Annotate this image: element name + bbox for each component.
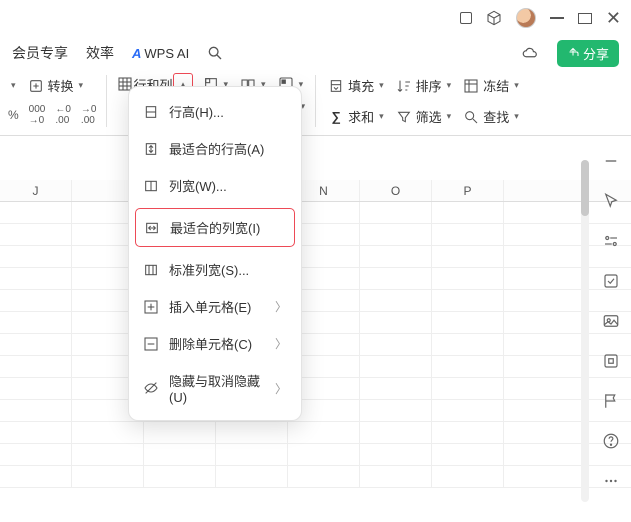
menu-col-width-label: 列宽(W)...: [169, 176, 227, 195]
maximize-button[interactable]: [578, 13, 592, 24]
menu-delete-cells-label: 删除单元格(C): [169, 334, 252, 353]
menu-row-height[interactable]: 行高(H)...: [129, 93, 301, 130]
col-header[interactable]: P: [432, 180, 504, 201]
fill-button[interactable]: 填充▾: [326, 73, 386, 98]
chevron-right-icon: 〉: [275, 380, 287, 397]
freeze-icon: [463, 78, 479, 94]
menu-hide-unhide-label: 隐藏与取消隐藏(U): [169, 371, 265, 405]
sidebar-help-icon[interactable]: [602, 432, 620, 450]
sidebar-refresh-icon[interactable]: [602, 272, 620, 290]
sidebar-image-icon[interactable]: [602, 312, 620, 330]
share-label: 分享: [583, 44, 609, 63]
window-mode-icon[interactable]: [460, 12, 472, 24]
share-button[interactable]: 分享: [557, 40, 619, 67]
convert-icon: [28, 78, 44, 94]
find-button[interactable]: 查找▾: [461, 104, 521, 129]
filter-icon: [396, 109, 412, 125]
hide-icon: [143, 380, 159, 396]
sidebar-flag-icon[interactable]: [602, 392, 620, 410]
dec1-button[interactable]: 000→0: [29, 104, 46, 126]
wps-ai-button[interactable]: A WPS AI: [132, 46, 189, 61]
sidebar-minus-icon[interactable]: [602, 152, 620, 170]
find-label: 查找: [483, 107, 509, 126]
fill-label: 填充: [348, 76, 374, 95]
sort-icon: [396, 78, 412, 94]
sort-label: 排序: [416, 76, 442, 95]
sum-label: 求和: [348, 107, 374, 126]
avatar[interactable]: [516, 8, 536, 28]
row-height-icon: [143, 104, 159, 120]
search-icon[interactable]: [207, 45, 223, 61]
scrollbar-thumb[interactable]: [581, 160, 589, 216]
menu-std-col-width[interactable]: 标准列宽(S)...: [129, 251, 301, 288]
menu-fit-row-height[interactable]: 最适合的行高(A): [129, 130, 301, 167]
sidebar-backup-icon[interactable]: [602, 352, 620, 370]
freeze-button[interactable]: 冻结▾: [461, 73, 521, 98]
menu-insert-cells-label: 插入单元格(E): [169, 297, 251, 316]
find-icon: [463, 109, 479, 125]
convert-label: 转换: [48, 76, 74, 95]
delete-cells-icon: [143, 336, 159, 352]
ai-logo-icon: A: [132, 46, 141, 61]
dropdown-small[interactable]: ▾: [8, 77, 18, 94]
sum-button[interactable]: ∑ 求和▾: [326, 104, 386, 129]
col-header[interactable]: J: [0, 180, 72, 201]
sum-icon: ∑: [328, 109, 344, 125]
rowcol-dropdown: 行高(H)... 最适合的行高(A) 列宽(W)... 最适合的列宽(I) 标准…: [128, 86, 302, 421]
menu-efficiency[interactable]: 效率: [86, 43, 114, 63]
column-header-row: J N O P: [0, 180, 631, 202]
percent-button[interactable]: %: [8, 108, 19, 122]
minimize-button[interactable]: [550, 17, 564, 19]
ribbon: ▾ 转换▾ % 000→0 ←0.00 →0.00 行和列 ▴ ▾ ▾: [0, 70, 631, 136]
sidebar-more-icon[interactable]: [602, 472, 620, 490]
chevron-right-icon: 〉: [275, 335, 287, 352]
vertical-scrollbar[interactable]: [581, 160, 589, 502]
insert-cells-icon: [143, 299, 159, 315]
convert-button[interactable]: 转换▾: [26, 73, 86, 98]
titlebar: ✕: [0, 0, 631, 36]
sidebar-cursor-icon[interactable]: [602, 192, 620, 210]
sheet-area: J N O P: [0, 136, 631, 488]
chevron-right-icon: 〉: [275, 298, 287, 315]
sort-button[interactable]: 排序▾: [394, 73, 454, 98]
close-button[interactable]: ✕: [606, 8, 621, 29]
menu-col-width[interactable]: 列宽(W)...: [129, 167, 301, 204]
right-sidebar: [591, 140, 631, 490]
menu-delete-cells[interactable]: 删除单元格(C) 〉: [129, 325, 301, 362]
menu-insert-cells[interactable]: 插入单元格(E) 〉: [129, 288, 301, 325]
menu-hide-unhide[interactable]: 隐藏与取消隐藏(U) 〉: [129, 362, 301, 414]
dec3-button[interactable]: →0.00: [81, 104, 97, 126]
ai-label: WPS AI: [144, 46, 189, 61]
filter-label: 筛选: [416, 107, 442, 126]
menu-row-height-label: 行高(H)...: [169, 102, 224, 121]
menu-fit-col-width[interactable]: 最适合的列宽(I): [135, 208, 295, 247]
menu-fit-col-width-label: 最适合的列宽(I): [170, 218, 260, 237]
package-icon[interactable]: [486, 10, 502, 26]
dec2-button[interactable]: ←0.00: [55, 104, 71, 126]
filter-button[interactable]: 筛选▾: [394, 104, 454, 129]
sidebar-settings-icon[interactable]: [602, 232, 620, 250]
col-header[interactable]: O: [360, 180, 432, 201]
std-col-width-icon: [143, 262, 159, 278]
freeze-label: 冻结: [483, 76, 509, 95]
menu-fit-row-height-label: 最适合的行高(A): [169, 139, 264, 158]
fit-row-height-icon: [143, 141, 159, 157]
menu-member[interactable]: 会员专享: [12, 43, 68, 63]
col-width-icon: [143, 178, 159, 194]
cloud-icon[interactable]: [521, 44, 539, 62]
fill-icon: [328, 78, 344, 94]
fit-col-width-icon: [144, 220, 160, 236]
grid[interactable]: [0, 202, 631, 488]
menu-row: 会员专享 效率 A WPS AI 分享: [0, 36, 631, 70]
menu-std-col-width-label: 标准列宽(S)...: [169, 260, 249, 279]
